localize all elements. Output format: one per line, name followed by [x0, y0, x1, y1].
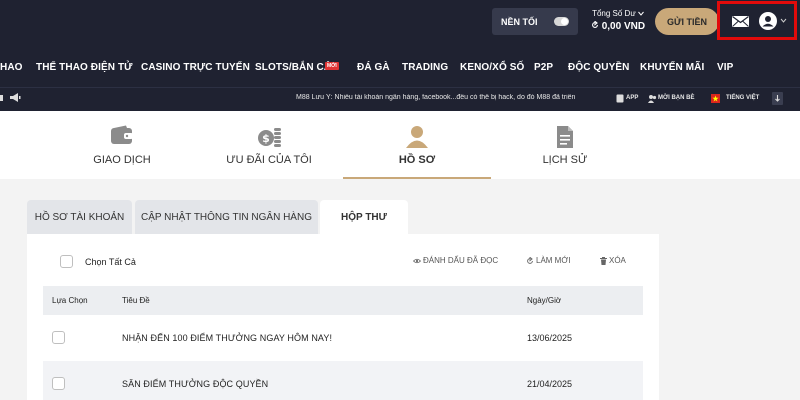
tab-transactions[interactable]: GIAO DỊCH — [48, 111, 196, 179]
nav-item-vip[interactable]: VIP — [717, 62, 733, 73]
top-bar: NỀN TỐI Tổng Số Dư 0,00 VND GỬI TIỀN — [0, 0, 800, 47]
table-row[interactable]: SĂN ĐIỂM THƯỞNG ĐỘC QUYỀN 21/04/2025 — [43, 361, 643, 400]
trash-icon — [600, 256, 607, 265]
vietnam-flag-icon — [711, 94, 720, 103]
col-select: Lựa Chọn — [52, 296, 88, 305]
deposit-button[interactable]: GỬI TIỀN — [655, 8, 719, 35]
coins-icon: $ — [258, 128, 281, 147]
megaphone-icon — [10, 93, 21, 102]
delete-label: XÓA — [609, 256, 626, 265]
tab-transactions-label: GIAO DỊCH — [93, 154, 151, 166]
account-icons-highlight — [717, 1, 797, 40]
nav-item-cockfight[interactable]: ĐÁ GÀ — [357, 62, 390, 73]
subtab-account-profile[interactable]: HỒ SƠ TÀI KHOẢN — [27, 200, 132, 235]
message-date: 21/04/2025 — [527, 379, 573, 389]
svg-text:$: $ — [262, 132, 270, 145]
chevron-down-icon[interactable] — [780, 17, 787, 24]
download-icon[interactable] — [772, 92, 783, 105]
mark-read-button[interactable]: ĐÁNH DẤU ĐÃ ĐỌC — [413, 256, 498, 265]
main-nav: HAO THỂ THAO ĐIỆN TỬ CASINO TRỰC TUYẾN S… — [0, 47, 800, 87]
select-all-checkbox[interactable] — [60, 255, 73, 268]
mark-read-label: ĐÁNH DẤU ĐÃ ĐỌC — [423, 256, 499, 265]
announcement-text: M88 Lưu Ý: Nhiều tài khoản ngân hàng, fa… — [296, 94, 576, 101]
tab-my-offers-label: ƯU ĐÃI CỦA TÔI — [226, 154, 312, 166]
balance-label: Tổng Số Dư — [586, 9, 650, 18]
row-checkbox[interactable] — [52, 331, 65, 344]
profile-tabs: GIAO DỊCH $ ƯU ĐÃI CỦA TÔI HỒ SƠ LỊCH SỬ — [0, 111, 800, 179]
message-title[interactable]: NHẬN ĐẾN 100 ĐIỂM THƯỞNG NGAY HÔM NAY! — [122, 333, 332, 343]
refresh-button[interactable]: LÀM MỚI — [526, 256, 570, 265]
mail-icon[interactable] — [732, 16, 749, 27]
tab-my-offers[interactable]: $ ƯU ĐÃI CỦA TÔI — [195, 111, 343, 179]
refresh-icon — [527, 256, 533, 264]
language-selector[interactable]: TIẾNG VIỆT — [726, 95, 759, 101]
chevron-down-icon — [638, 11, 644, 16]
document-icon — [557, 126, 573, 148]
nav-item-slots[interactable]: SLOTS/BẮN CÁ — [255, 62, 331, 73]
tab-history[interactable]: LỊCH SỬ — [491, 111, 639, 179]
refresh-icon[interactable] — [591, 20, 599, 29]
message-title[interactable]: SĂN ĐIỂM THƯỞNG ĐỘC QUYỀN — [122, 379, 268, 389]
wallet-icon — [111, 125, 133, 144]
user-profile-icon — [406, 126, 428, 148]
tab-history-label: LỊCH SỬ — [542, 154, 588, 166]
announcement-bar: M88 Lưu Ý: Nhiều tài khoản ngân hàng, fa… — [0, 87, 800, 111]
tab-profile[interactable]: HỒ SƠ — [343, 111, 491, 179]
message-date: 13/06/2025 — [527, 333, 573, 343]
col-title: Tiêu Đề — [122, 296, 150, 305]
app-link[interactable]: APP — [626, 95, 638, 101]
balance-value: 0,00 VND — [586, 20, 650, 32]
balance-display[interactable]: Tổng Số Dư 0,00 VND — [586, 9, 650, 32]
table-row[interactable]: NHẬN ĐẾN 100 ĐIỂM THƯỞNG NGAY HÔM NAY! 1… — [43, 315, 643, 361]
nav-item-p2p[interactable]: P2P — [534, 62, 553, 73]
subtab-inbox[interactable]: HỘP THƯ — [320, 200, 408, 235]
nav-item-sports[interactable]: HAO — [0, 62, 23, 73]
bullet-icon — [0, 95, 3, 101]
row-checkbox[interactable] — [52, 377, 65, 390]
invite-friends-icon[interactable] — [648, 94, 657, 103]
inbox-table-header: Lựa Chọn Tiêu Đề Ngày/Giờ — [43, 286, 643, 315]
user-avatar-icon[interactable] — [759, 12, 777, 30]
subtab-bank-info[interactable]: CẬP NHẬT THÔNG TIN NGÂN HÀNG — [135, 200, 318, 235]
new-badge: MỚI — [325, 62, 339, 70]
toggle-switch[interactable] — [554, 17, 569, 26]
nav-item-esports[interactable]: THỂ THAO ĐIỆN TỬ — [36, 62, 133, 73]
nav-item-trading[interactable]: TRADING — [402, 62, 448, 73]
eye-icon — [413, 258, 421, 263]
refresh-label: LÀM MỚI — [536, 256, 571, 265]
col-date: Ngày/Giờ — [527, 296, 562, 305]
invite-friends-link[interactable]: MỜI BẠN BÈ — [658, 95, 694, 101]
nav-item-keno[interactable]: KENO/XỔ SỐ — [460, 62, 524, 73]
tab-profile-label: HỒ SƠ — [398, 154, 436, 166]
dark-mode-toggle[interactable]: NỀN TỐI — [492, 8, 578, 35]
dark-mode-label: NỀN TỐI — [501, 16, 538, 27]
app-icon[interactable] — [616, 94, 624, 103]
select-all-label[interactable]: Chọn Tất Cả — [85, 257, 136, 267]
nav-item-exclusive[interactable]: ĐỘC QUYỀN — [568, 62, 629, 73]
delete-button[interactable]: XÓA — [600, 256, 626, 265]
nav-item-promotions[interactable]: KHUYẾN MÃI — [640, 62, 704, 73]
nav-item-casino[interactable]: CASINO TRỰC TUYẾN — [141, 62, 250, 73]
